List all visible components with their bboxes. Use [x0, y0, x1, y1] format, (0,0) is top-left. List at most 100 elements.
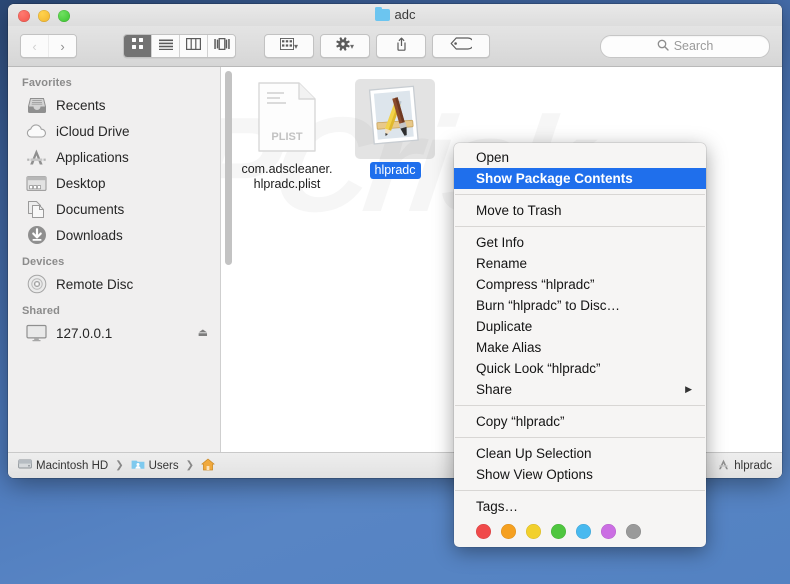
- context-menu-item-label: Duplicate: [476, 319, 532, 334]
- context-menu-item-tags[interactable]: Tags…: [454, 496, 706, 517]
- sidebar: Favorites Recents: [8, 67, 221, 452]
- search-icon: [657, 39, 669, 54]
- window-titlebar: adc: [8, 4, 782, 26]
- tag-color-blue[interactable]: [576, 524, 591, 539]
- sidebar-item-downloads[interactable]: Downloads: [8, 222, 220, 248]
- sidebar-item-applications[interactable]: Applications: [8, 144, 220, 170]
- sidebar-item-label: Documents: [56, 202, 124, 217]
- chevron-down-icon: ▾: [294, 42, 298, 51]
- list-icon: [159, 37, 173, 55]
- context-menu-item-copy[interactable]: Copy “hlpradc”: [454, 411, 706, 432]
- arrange-icon: [280, 37, 294, 55]
- sidebar-item-label: 127.0.0.1: [56, 326, 112, 341]
- context-menu-item-quick-look[interactable]: Quick Look “hlpradc”: [454, 358, 706, 379]
- content-scrollbar[interactable]: [225, 71, 232, 265]
- gallery-view-button[interactable]: [208, 35, 235, 57]
- context-menu-item-label: Quick Look “hlpradc”: [476, 361, 601, 376]
- breadcrumb-current-hlpradc[interactable]: hlpradc: [717, 458, 772, 474]
- breadcrumb-label: Users: [149, 460, 179, 472]
- submenu-arrow-icon: ▶: [685, 384, 692, 395]
- tag-color-red[interactable]: [476, 524, 491, 539]
- desktop-icon: [26, 174, 47, 193]
- recents-icon: [26, 96, 47, 115]
- context-menu-item-label: Open: [476, 150, 509, 165]
- minimize-button[interactable]: [38, 10, 50, 22]
- plist-document-icon: PLIST: [258, 82, 316, 157]
- cloud-icon: [26, 122, 47, 141]
- tag-color-orange[interactable]: [501, 524, 516, 539]
- file-item-label: com.adscleaner.hlpradc.plist: [239, 162, 335, 192]
- tag-color-purple[interactable]: [601, 524, 616, 539]
- context-menu-item-label: Show View Options: [476, 467, 593, 482]
- sidebar-item-desktop[interactable]: Desktop: [8, 170, 220, 196]
- documents-icon: [26, 200, 47, 219]
- context-menu-item-duplicate[interactable]: Duplicate: [454, 316, 706, 337]
- context-menu-item-show-view-options[interactable]: Show View Options: [454, 464, 706, 485]
- breadcrumb-label: hlpradc: [734, 460, 772, 472]
- display-icon: [26, 324, 47, 343]
- context-menu-separator: [455, 226, 705, 227]
- back-button[interactable]: ‹: [21, 35, 49, 57]
- context-menu-item-share[interactable]: Share ▶: [454, 379, 706, 400]
- context-menu-separator: [455, 437, 705, 438]
- grid-icon: [131, 37, 144, 55]
- context-menu-separator: [455, 405, 705, 406]
- disc-icon: [26, 275, 47, 294]
- eject-icon[interactable]: ⏏: [198, 326, 208, 339]
- tags-button[interactable]: [432, 34, 490, 58]
- forward-button[interactable]: ›: [49, 35, 76, 57]
- column-view-button[interactable]: [180, 35, 208, 57]
- context-menu-item-clean-up-selection[interactable]: Clean Up Selection: [454, 443, 706, 464]
- gear-icon: [336, 37, 350, 56]
- arrange-button[interactable]: ▾: [264, 34, 314, 58]
- context-menu-item-open[interactable]: Open: [454, 147, 706, 168]
- context-menu-item-show-package-contents[interactable]: Show Package Contents: [454, 168, 706, 189]
- file-item-hlpradc[interactable]: hlpradc: [347, 73, 443, 192]
- sidebar-item-icloud-drive[interactable]: iCloud Drive: [8, 118, 220, 144]
- tag-color-gray[interactable]: [626, 524, 641, 539]
- navigation-button-group: ‹ ›: [20, 34, 77, 58]
- sidebar-item-127-0-0-1[interactable]: 127.0.0.1 ⏏: [8, 320, 220, 346]
- context-menu-item-burn-to-disc[interactable]: Burn “hlpradc” to Disc…: [454, 295, 706, 316]
- window-title-text: adc: [395, 7, 416, 22]
- zoom-button[interactable]: [58, 10, 70, 22]
- search-field[interactable]: Search: [600, 35, 770, 58]
- svg-text:PLIST: PLIST: [271, 131, 302, 143]
- sidebar-item-recents[interactable]: Recents: [8, 92, 220, 118]
- sidebar-item-label: Desktop: [56, 176, 106, 191]
- context-menu-item-label: Move to Trash: [476, 203, 562, 218]
- sidebar-section-shared-header: Shared: [8, 297, 220, 320]
- tag-color-yellow[interactable]: [526, 524, 541, 539]
- close-button[interactable]: [18, 10, 30, 22]
- breadcrumb-users[interactable]: Users: [131, 458, 179, 473]
- sidebar-item-remote-disc[interactable]: Remote Disc: [8, 271, 220, 297]
- sidebar-section-favorites-header: Favorites: [8, 73, 220, 92]
- context-menu-item-label: Show Package Contents: [476, 171, 633, 186]
- context-menu-item-get-info[interactable]: Get Info: [454, 232, 706, 253]
- breadcrumb-macintosh-hd[interactable]: Macintosh HD: [18, 458, 108, 473]
- breadcrumb-home[interactable]: [201, 458, 219, 474]
- context-menu-item-compress[interactable]: Compress “hlpradc”: [454, 274, 706, 295]
- context-menu-item-rename[interactable]: Rename: [454, 253, 706, 274]
- desktop-background: PCrisk adc ‹ ›: [0, 0, 790, 584]
- search-input[interactable]: Search: [674, 39, 714, 53]
- context-menu-item-label: Tags…: [476, 499, 518, 514]
- context-menu-item-move-to-trash[interactable]: Move to Trash: [454, 200, 706, 221]
- context-menu[interactable]: Open Show Package Contents Move to Trash…: [454, 143, 706, 547]
- share-button[interactable]: [376, 34, 426, 58]
- icon-view-button[interactable]: [124, 35, 152, 57]
- sidebar-section-devices-header: Devices: [8, 248, 220, 271]
- context-menu-item-make-alias[interactable]: Make Alias: [454, 337, 706, 358]
- file-item-label: hlpradc: [370, 162, 421, 179]
- context-menu-item-label: Burn “hlpradc” to Disc…: [476, 298, 620, 313]
- file-item-plist[interactable]: PLIST com.adscleaner.hlpradc.plist: [239, 73, 335, 192]
- tag-color-green[interactable]: [551, 524, 566, 539]
- list-view-button[interactable]: [152, 35, 180, 57]
- app-bundle-icon: [717, 458, 730, 474]
- tag-color-row: [454, 517, 706, 541]
- breadcrumb-label: Macintosh HD: [36, 460, 108, 472]
- home-icon: [201, 458, 215, 474]
- sidebar-item-documents[interactable]: Documents: [8, 196, 220, 222]
- action-menu-button[interactable]: ▾: [320, 34, 370, 58]
- sidebar-item-label: Downloads: [56, 228, 123, 243]
